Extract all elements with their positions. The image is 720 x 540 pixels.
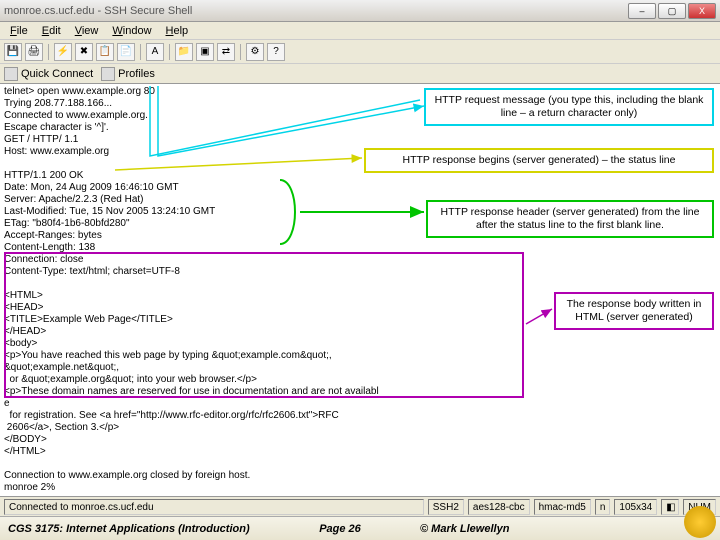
maximize-button[interactable]: ▢ <box>658 3 686 19</box>
window-controls: – ▢ X <box>628 3 716 19</box>
terminal-line: <p>You have reached this web page by typ… <box>4 350 716 362</box>
quick-connect-button[interactable]: Quick Connect <box>4 67 93 81</box>
transfer-icon[interactable]: ⇄ <box>217 43 235 61</box>
terminal-line: </BODY> <box>4 434 716 446</box>
save-icon[interactable]: 💾 <box>4 43 22 61</box>
menu-window[interactable]: Window <box>106 25 157 37</box>
folder-icon <box>101 67 115 81</box>
connect-icon[interactable]: ⚡ <box>54 43 72 61</box>
quick-connect-label: Quick Connect <box>21 68 93 80</box>
status-ssh: SSH2 <box>428 499 464 515</box>
status-cipher: aes128-cbc <box>468 499 530 515</box>
paste-icon[interactable]: 📄 <box>117 43 135 61</box>
close-button[interactable]: X <box>688 3 716 19</box>
minimize-button[interactable]: – <box>628 3 656 19</box>
terminal-line: &quot;example.net&quot;, <box>4 362 716 374</box>
ucf-logo-icon <box>684 506 716 538</box>
terminal-line: Connection to www.example.org closed by … <box>4 470 716 482</box>
callout-request: HTTP request message (you type this, inc… <box>424 88 714 126</box>
footer-page: Page 26 <box>300 523 380 535</box>
menu-view[interactable]: View <box>69 25 105 37</box>
settings-icon[interactable]: ⚙ <box>246 43 264 61</box>
terminal-line: <p>These domain names are reserved for u… <box>4 386 716 398</box>
status-comp: n <box>595 499 611 515</box>
callout-status: HTTP response begins (server generated) … <box>364 148 714 173</box>
footer-course: CGS 3175: Internet Applications (Introdu… <box>8 523 300 535</box>
help-icon[interactable]: ? <box>267 43 285 61</box>
terminal-line: for registration. See <a href="http://ww… <box>4 410 716 422</box>
menu-file[interactable]: File <box>4 25 34 37</box>
slide-footer: CGS 3175: Internet Applications (Introdu… <box>0 516 720 540</box>
print-icon[interactable]: 🖨 <box>25 43 43 61</box>
terminal-line: Content-Length: 138 <box>4 242 716 254</box>
menubar: File Edit View Window Help <box>0 22 720 40</box>
lightning-icon <box>4 67 18 81</box>
status-connection: Connected to monroe.cs.ucf.edu <box>4 499 424 515</box>
terminal-line: or &quot;example.org&quot; into your web… <box>4 374 716 386</box>
profiles-label: Profiles <box>118 68 155 80</box>
menu-edit[interactable]: Edit <box>36 25 67 37</box>
titlebar: monroe.cs.ucf.edu - SSH Secure Shell – ▢… <box>0 0 720 22</box>
status-mac: hmac-md5 <box>534 499 591 515</box>
terminal-icon[interactable]: ▣ <box>196 43 214 61</box>
window-title: monroe.cs.ucf.edu - SSH Secure Shell <box>4 5 628 17</box>
terminal-line <box>4 458 716 470</box>
callout-body: The response body written in HTML (serve… <box>554 292 714 330</box>
quickbar: Quick Connect Profiles <box>0 64 720 84</box>
callout-headers: HTTP response header (server generated) … <box>426 200 714 238</box>
terminal-line: Content-Type: text/html; charset=UTF-8 <box>4 266 716 278</box>
terminal-line: e <box>4 398 716 410</box>
terminal-line: <body> <box>4 338 716 350</box>
terminal-line: GET / HTTP/ 1.1 <box>4 134 716 146</box>
terminal-output: telnet> open www.example.org 80Trying 20… <box>0 84 720 496</box>
terminal-line: 2606</a>, Section 3.</p> <box>4 422 716 434</box>
statusbar: Connected to monroe.cs.ucf.edu SSH2 aes1… <box>0 496 720 516</box>
menu-help[interactable]: Help <box>160 25 195 37</box>
status-size: 105x34 <box>614 499 657 515</box>
status-icon: ◧ <box>661 499 679 515</box>
find-icon[interactable]: A <box>146 43 164 61</box>
copy-icon[interactable]: 📋 <box>96 43 114 61</box>
terminal-line: Date: Mon, 24 Aug 2009 16:46:10 GMT <box>4 182 716 194</box>
disconnect-icon[interactable]: ✖ <box>75 43 93 61</box>
terminal-line <box>4 278 716 290</box>
terminal-line: Connection: close <box>4 254 716 266</box>
footer-author: © Mark Llewellyn <box>380 523 712 535</box>
terminal-line: </HTML> <box>4 446 716 458</box>
profiles-button[interactable]: Profiles <box>101 67 155 81</box>
toolbar: 💾 🖨 ⚡ ✖ 📋 📄 A 📁 ▣ ⇄ ⚙ ? <box>0 40 720 64</box>
terminal-line: monroe 2% <box>4 482 716 494</box>
folder-icon[interactable]: 📁 <box>175 43 193 61</box>
